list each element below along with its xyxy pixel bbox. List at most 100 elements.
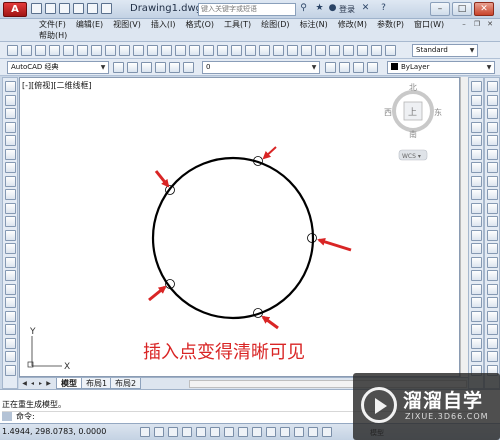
modify-tool-icon[interactable] — [471, 216, 482, 227]
toolbar-tool-icon[interactable] — [63, 45, 74, 56]
menu-item[interactable]: 插入(I) — [146, 19, 181, 30]
status-toggle-icon[interactable] — [168, 427, 178, 437]
toolbar-tool-icon[interactable] — [203, 45, 214, 56]
toolbar-tool-icon[interactable] — [7, 45, 18, 56]
status-toggle-icon[interactable] — [322, 427, 332, 437]
vertical-scrollbar[interactable] — [460, 77, 468, 377]
draw-tool-icon[interactable] — [5, 243, 16, 254]
draw-order-tool-icon[interactable] — [487, 229, 498, 241]
exchange-icon[interactable]: ✕ — [360, 3, 371, 14]
menu-item[interactable]: 格式(O) — [180, 19, 219, 30]
first-tab-icon[interactable]: ◀ — [21, 380, 28, 388]
draw-order-tool-icon[interactable] — [487, 337, 498, 349]
modify-tool-icon[interactable] — [471, 81, 482, 92]
toolbar-tool-icon[interactable] — [273, 45, 284, 56]
draw-tool-icon[interactable] — [5, 162, 16, 173]
toolbar-tool-icon[interactable] — [301, 45, 312, 56]
toolbar-tool-icon[interactable] — [189, 45, 200, 56]
draw-order-tool-icon[interactable] — [487, 270, 498, 281]
toolbar-tool-icon[interactable] — [49, 45, 60, 56]
toolbar-tool-icon[interactable] — [343, 45, 354, 56]
status-toggle-icon[interactable] — [224, 427, 234, 437]
modify-tool-icon[interactable] — [471, 94, 482, 106]
draw-order-tool-icon[interactable] — [487, 310, 498, 322]
toolbar-tool-icon[interactable] — [357, 45, 368, 56]
layer-tool-icon[interactable] — [367, 62, 378, 73]
modify-tool-icon[interactable] — [471, 351, 482, 362]
modify-tool-icon[interactable] — [471, 256, 482, 268]
modify-tool-icon[interactable] — [471, 148, 482, 160]
open-file-icon[interactable] — [45, 3, 56, 14]
draw-order-tool-icon[interactable] — [487, 297, 498, 308]
draw-tool-icon[interactable] — [5, 148, 16, 160]
draw-order-tool-icon[interactable] — [487, 202, 498, 214]
draw-order-tool-icon[interactable] — [487, 216, 498, 227]
menu-item[interactable]: 修改(M) — [333, 19, 372, 30]
toolbar-tool-icon[interactable] — [259, 45, 270, 56]
draw-tool-icon[interactable] — [5, 229, 16, 241]
help-icon[interactable]: ? — [378, 3, 389, 14]
text-style-combo[interactable]: Standard ▼ — [412, 44, 478, 57]
toolbar-tool-icon[interactable] — [245, 45, 256, 56]
undo-icon[interactable] — [87, 3, 98, 14]
draw-tool-icon[interactable] — [5, 310, 16, 322]
tab-layout1[interactable]: 布局1 — [81, 378, 113, 389]
layer-tool-icon[interactable] — [353, 62, 364, 73]
doc-restore-icon[interactable]: ❐ — [472, 20, 482, 29]
draw-tool-icon[interactable] — [5, 270, 16, 281]
new-file-icon[interactable] — [31, 3, 42, 14]
draw-tool-icon[interactable] — [5, 121, 16, 133]
modify-tool-icon[interactable] — [471, 108, 482, 119]
tab-layout2[interactable]: 布局2 — [110, 378, 142, 389]
modify-tool-icon[interactable] — [471, 297, 482, 308]
menu-item[interactable]: 编辑(E) — [71, 19, 108, 30]
toolbar-tool-icon[interactable] — [231, 45, 242, 56]
binoculars-icon[interactable]: ⚲ — [298, 3, 309, 14]
search-input[interactable]: 键入关键字或短语 — [198, 3, 296, 16]
toolbar-tool-icon[interactable] — [175, 45, 186, 56]
draw-tool-icon[interactable] — [5, 337, 16, 349]
modify-tool-icon[interactable] — [471, 175, 482, 187]
color-combo[interactable]: ByLayer ▼ — [387, 61, 495, 74]
draw-tool-icon[interactable] — [5, 175, 16, 187]
toolbar-tool-icon[interactable] — [35, 45, 46, 56]
modify-tool-icon[interactable] — [471, 324, 482, 335]
draw-order-tool-icon[interactable] — [487, 175, 498, 187]
modify-tool-icon[interactable] — [471, 189, 482, 200]
draw-tool-icon[interactable] — [5, 351, 16, 362]
draw-order-tool-icon[interactable] — [487, 324, 498, 335]
status-toggle-icon[interactable] — [182, 427, 192, 437]
next-tab-icon[interactable]: ▸ — [37, 380, 44, 388]
info-center-icon[interactable]: ★ — [314, 3, 325, 14]
modify-tool-icon[interactable] — [471, 310, 482, 322]
toolbar-tool-icon[interactable] — [133, 45, 144, 56]
status-toggle-icon[interactable] — [266, 427, 276, 437]
user-icon[interactable]: ● — [327, 3, 338, 14]
menu-item[interactable]: 绘图(D) — [256, 19, 294, 30]
login-link[interactable]: 登录 — [339, 4, 355, 15]
layer-tool-icon[interactable] — [339, 62, 350, 73]
toolbar-tool-icon[interactable] — [385, 45, 396, 56]
modify-tool-icon[interactable] — [471, 202, 482, 214]
layer-tool-icon[interactable] — [127, 62, 138, 73]
save-icon[interactable] — [59, 3, 70, 14]
tab-model[interactable]: 模型 — [56, 378, 82, 389]
toolbar-tool-icon[interactable] — [91, 45, 102, 56]
status-toggle-icon[interactable] — [196, 427, 206, 437]
draw-order-tool-icon[interactable] — [487, 94, 498, 106]
status-toggle-icon[interactable] — [252, 427, 262, 437]
layer-tool-icon[interactable] — [325, 62, 336, 73]
status-toggle-icon[interactable] — [210, 427, 220, 437]
status-toggle-icon[interactable] — [238, 427, 248, 437]
modify-tool-icon[interactable] — [471, 162, 482, 173]
layer-tool-icon[interactable] — [169, 62, 180, 73]
draw-tool-icon[interactable] — [5, 81, 16, 92]
autocad-logo-icon[interactable]: A — [3, 2, 27, 17]
status-toggle-icon[interactable] — [308, 427, 318, 437]
status-toggle-icon[interactable] — [140, 427, 150, 437]
toolbar-tool-icon[interactable] — [77, 45, 88, 56]
status-toggle-icon[interactable] — [154, 427, 164, 437]
maximize-button[interactable]: □ — [452, 2, 472, 16]
toolbar-tool-icon[interactable] — [329, 45, 340, 56]
draw-order-tool-icon[interactable] — [487, 162, 498, 173]
